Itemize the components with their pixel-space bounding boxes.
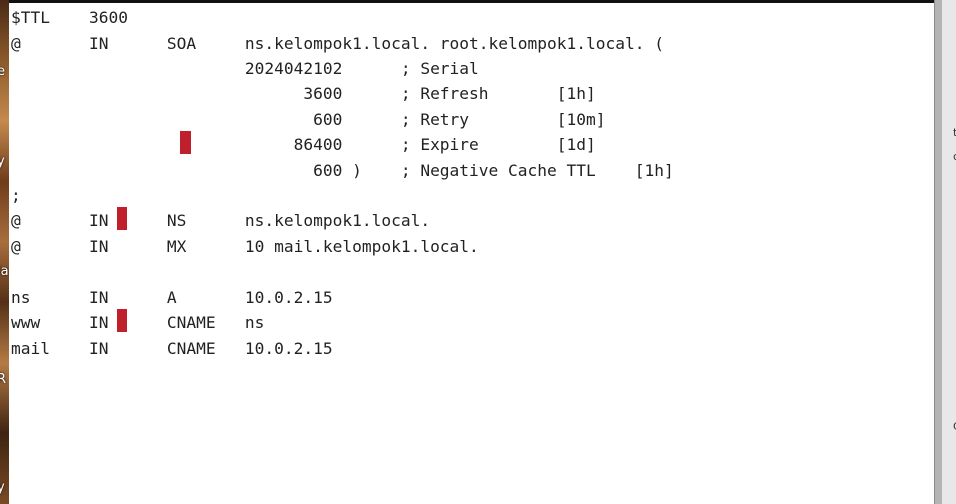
desktop-label-fragment: R: [0, 372, 7, 387]
zone-line-ttl: $TTL 3600: [11, 8, 128, 27]
desktop-label-fragment: e: [0, 64, 5, 79]
zone-line-retry: 600 ; Retry [10m]: [11, 110, 606, 129]
highlight-marker: [117, 309, 127, 332]
zone-line-www-cname: www IN CNAME ns: [11, 313, 265, 332]
zone-line-expire: 86400 ; Expire [1d]: [11, 135, 596, 154]
zone-line-negative-cache: 600 ) ; Negative Cache TTL [1h]: [11, 161, 674, 180]
zone-line-serial: 2024042102 ; Serial: [11, 59, 479, 78]
desktop-background-strip: e y la R y: [0, 0, 9, 504]
zone-line-soa: @ IN SOA ns.kelompok1.local. root.kelomp…: [11, 34, 664, 53]
zone-line-comment: ;: [11, 186, 21, 205]
adjacent-window-edge: t c C: [942, 0, 956, 504]
zone-line-mail-cname: mail IN CNAME 10.0.2.15: [11, 339, 333, 358]
desktop-label-fragment: y: [0, 154, 5, 169]
window-top-border: [9, 0, 934, 3]
zone-line-ns-record: @ IN NS ns.kelompok1.local.: [11, 211, 431, 230]
highlight-marker: [117, 207, 127, 230]
vertical-scrollbar[interactable]: [934, 0, 942, 504]
desktop-label-fragment: y: [0, 480, 5, 495]
zone-line-refresh: 3600 ; Refresh [1h]: [11, 84, 596, 103]
zone-line-a-record: ns IN A 10.0.2.15: [11, 288, 333, 307]
desktop-label-fragment: la: [0, 264, 9, 279]
highlight-marker: [180, 131, 191, 154]
zone-line-mx-record: @ IN MX 10 mail.kelompok1.local.: [11, 237, 479, 256]
terminal-window[interactable]: $TTL 3600 @ IN SOA ns.kelompok1.local. r…: [9, 0, 934, 504]
